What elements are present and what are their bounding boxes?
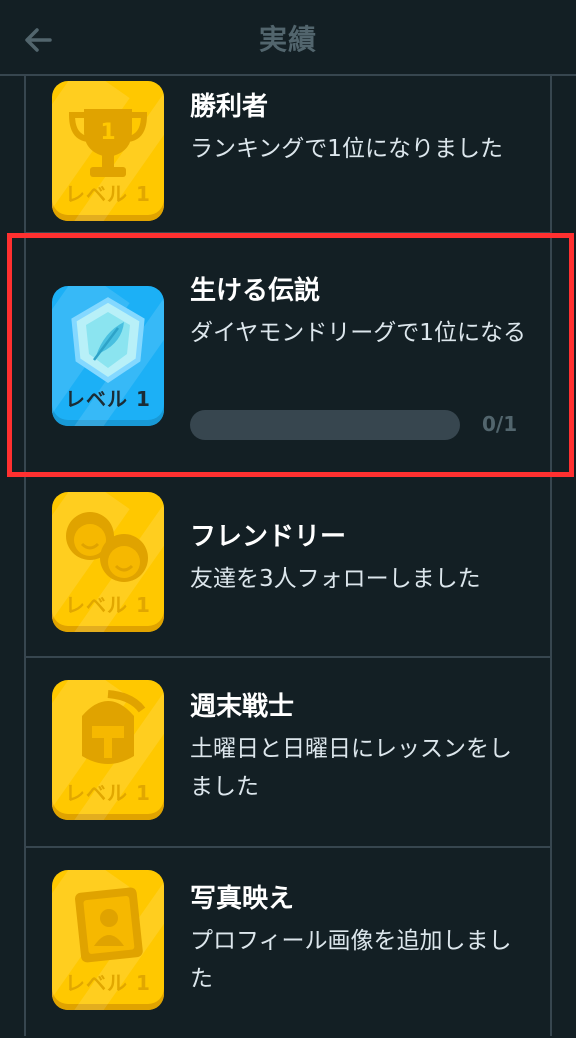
achievement-description: プロフィール画像を追加しました: [190, 928, 512, 992]
achievement-name: 週末戦士: [190, 692, 295, 722]
achievement-name: 写真映え: [190, 884, 295, 914]
achievement-row[interactable]: レベル 1 フレンドリー 友達を3人フォローしました: [26, 478, 550, 658]
badge-level: レベル 1: [65, 971, 151, 995]
achievement-name: フレンドリー: [190, 522, 347, 552]
highlight-box: [7, 233, 574, 477]
achievement-row[interactable]: 1 レベル 1 勝利者 ランキングで1位になりました: [26, 76, 550, 234]
achievement-description: 土曜日と日曜日にレッスンをしました: [190, 736, 512, 800]
achievement-badge: 1 レベル 1: [52, 81, 164, 221]
badge-level: レベル 1: [65, 781, 151, 805]
achievement-description: ランキングで1位になりました: [190, 136, 503, 162]
friends-icon: [66, 512, 148, 582]
badge-level: レベル 1: [65, 182, 151, 206]
warrior-helmet-icon: [82, 690, 146, 764]
achievement-badge: レベル 1: [52, 492, 164, 632]
achievements-list: 1 レベル 1 勝利者 ランキングで1位になりました レベル 1 生ける伝説 ダ…: [24, 76, 552, 1036]
achievement-name: 勝利者: [190, 92, 269, 122]
achievement-badge: レベル 1: [52, 680, 164, 820]
profile-photo-icon: [74, 887, 143, 963]
svg-text:1: 1: [100, 120, 115, 145]
achievement-badge: レベル 1: [52, 870, 164, 1010]
achievement-row[interactable]: レベル 1 週末戦士 土曜日と日曜日にレッスンをしました: [26, 658, 550, 848]
page-title: 実績: [258, 23, 317, 56]
top-bar: 実績: [0, 0, 576, 76]
badge-level: レベル 1: [65, 593, 151, 617]
achievement-description: 友達を3人フォローしました: [190, 566, 481, 592]
achievement-row[interactable]: レベル 1 写真映え プロフィール画像を追加しました: [26, 848, 550, 1038]
trophy-icon: 1: [68, 109, 148, 177]
